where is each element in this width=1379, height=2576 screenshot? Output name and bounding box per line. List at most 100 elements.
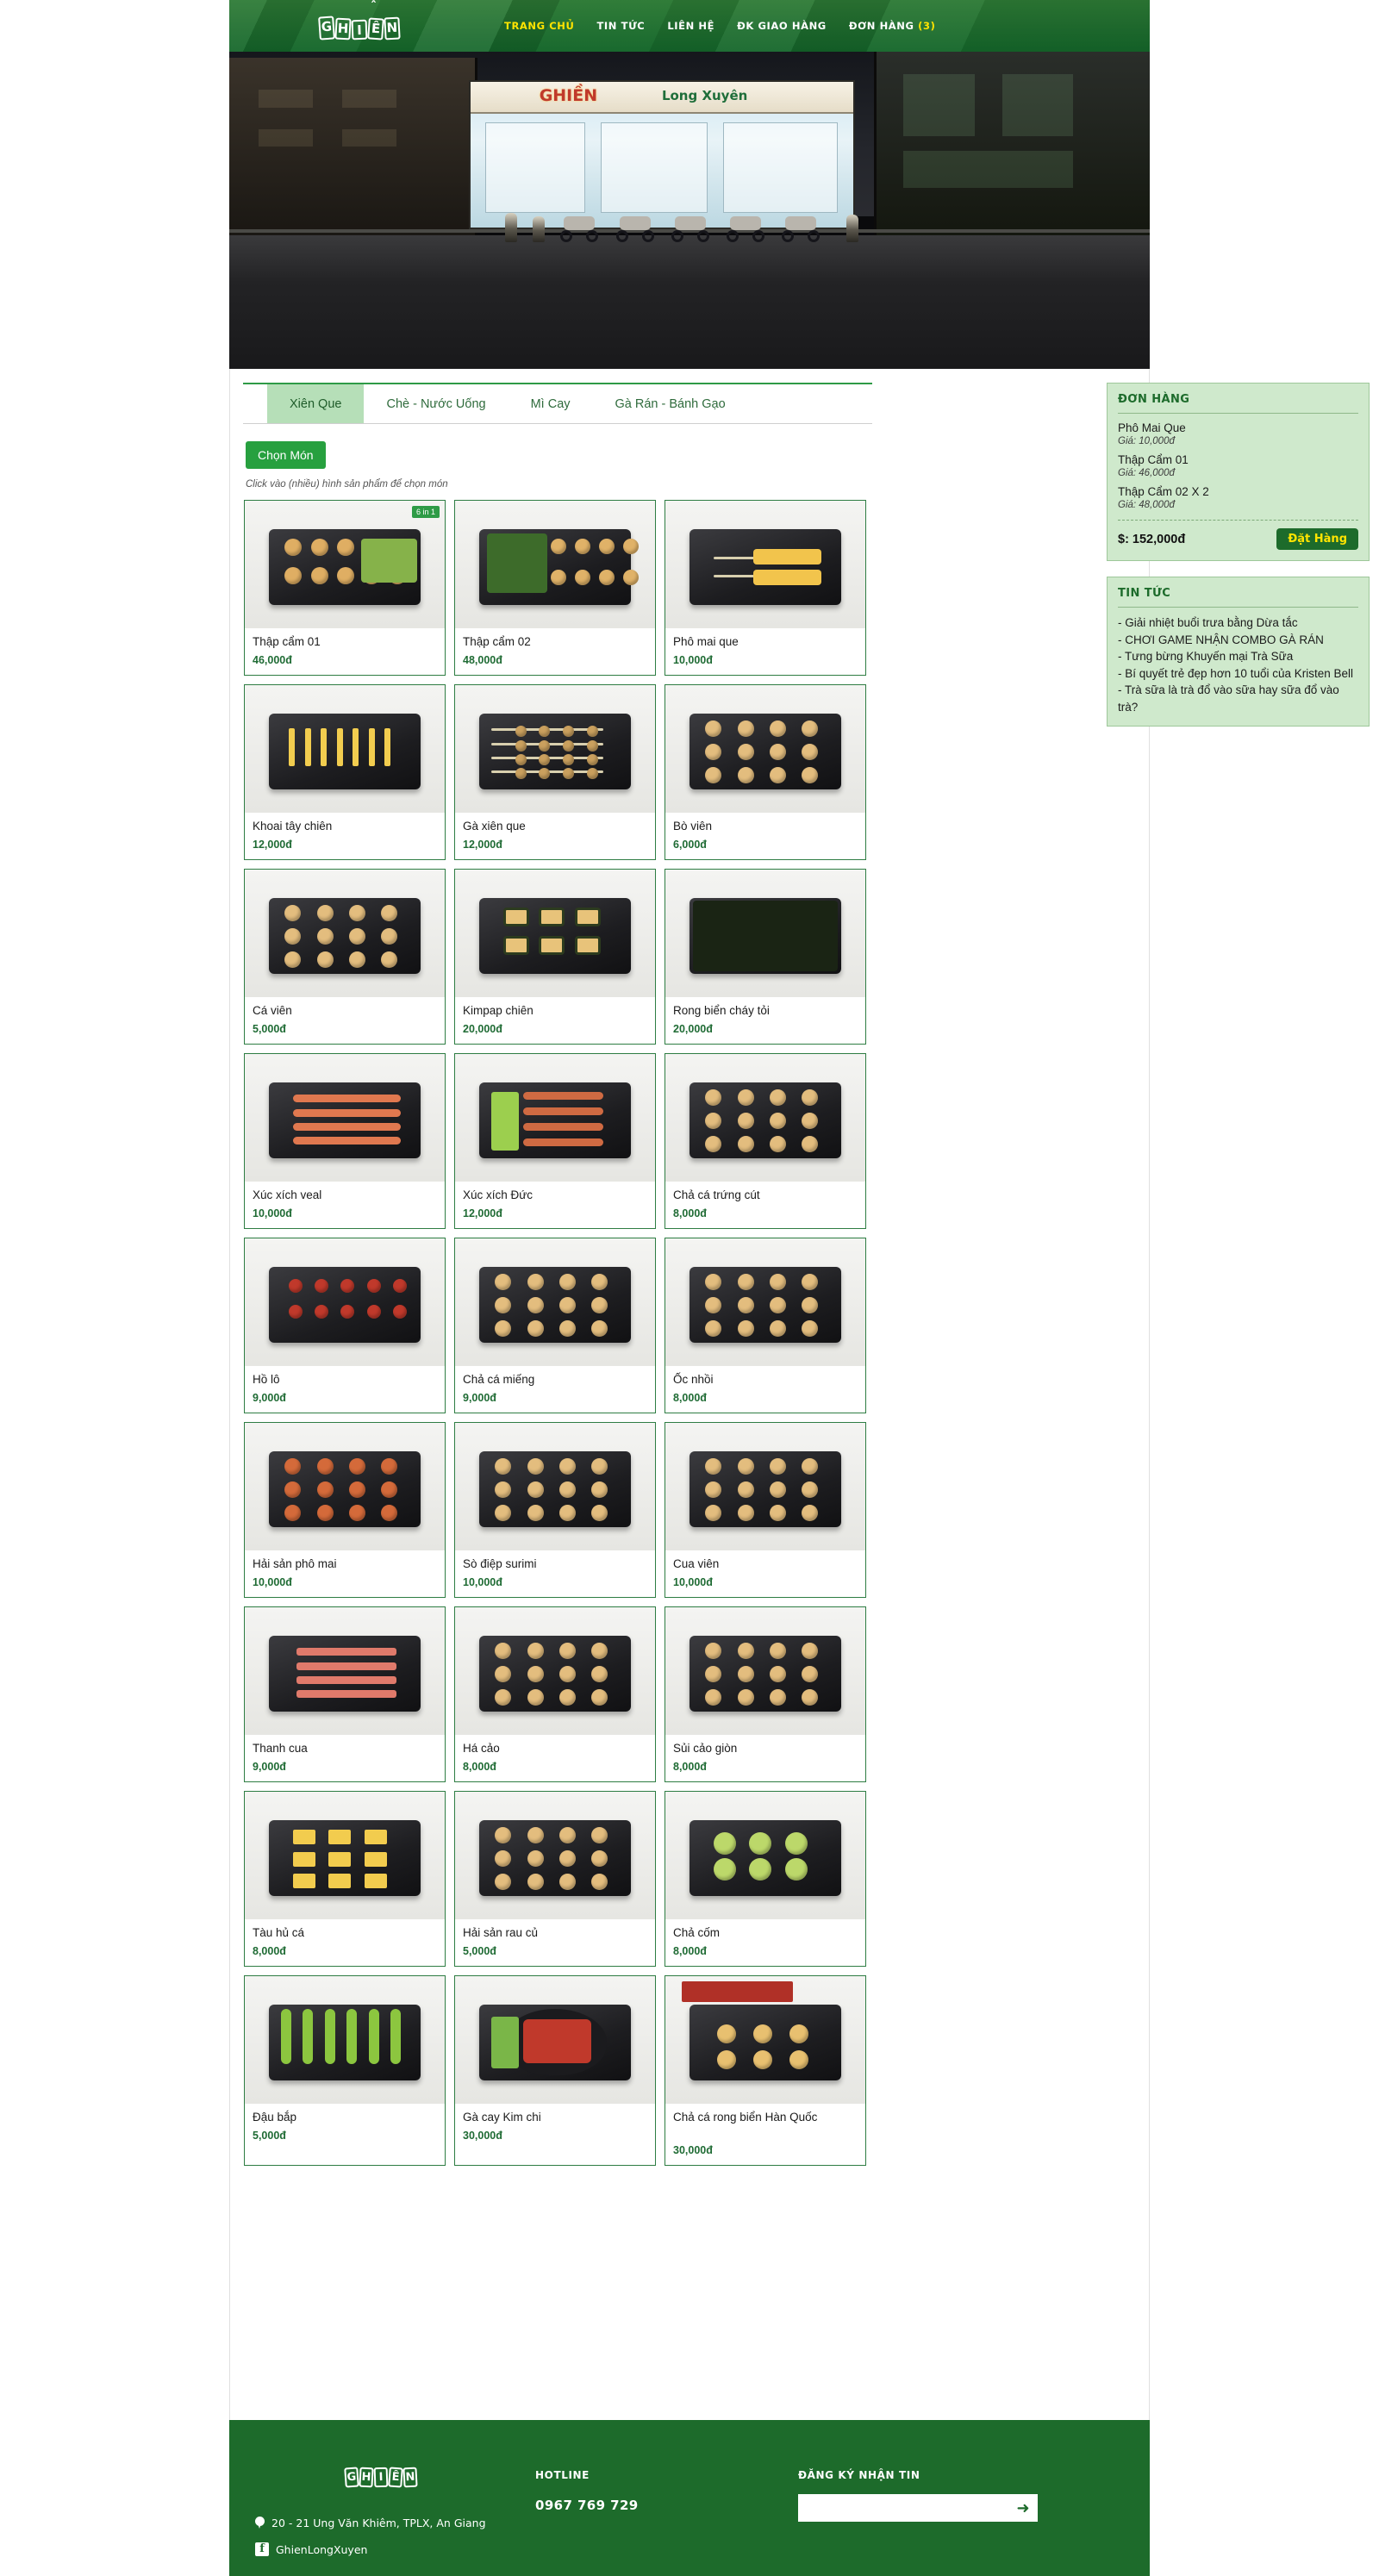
product-card[interactable]: Đậu bắp 5,000đ — [244, 1975, 446, 2166]
product-thumbnail[interactable] — [455, 1423, 655, 1550]
product-thumbnail[interactable] — [455, 870, 655, 997]
product-thumbnail[interactable] — [245, 1054, 445, 1182]
nav-item-tin-tuc[interactable]: TIN TỨC — [585, 20, 656, 32]
product-price: 12,000đ — [463, 1207, 502, 1219]
product-card[interactable]: Xúc xích veal 10,000đ — [244, 1053, 446, 1229]
product-card[interactable]: Gà xiên que 12,000đ — [454, 684, 656, 860]
product-thumbnail[interactable] — [455, 1238, 655, 1366]
product-card[interactable]: Kimpap chiên 20,000đ — [454, 869, 656, 1045]
product-name: Hồ lô — [253, 1373, 280, 1386]
product-card[interactable]: Rong biển cháy tỏi 20,000đ — [665, 869, 866, 1045]
product-card[interactable]: Gà cay Kim chi 30,000đ — [454, 1975, 656, 2166]
product-thumbnail[interactable] — [665, 1054, 865, 1182]
product-card[interactable]: Khoai tây chiên 12,000đ — [244, 684, 446, 860]
product-card[interactable]: Chả cá miếng 9,000đ — [454, 1238, 656, 1413]
product-price: 8,000đ — [673, 1207, 707, 1219]
product-meta: Há cảo 8,000đ — [455, 1735, 655, 1781]
product-card[interactable]: Sò điệp surimi 10,000đ — [454, 1422, 656, 1598]
footer-facebook-link[interactable]: f GhienLongXuyen — [255, 2542, 367, 2556]
product-thumbnail[interactable] — [665, 501, 865, 628]
nav-item-don-hang[interactable]: ĐƠN HÀNG (3) — [838, 20, 947, 32]
product-meta: Thập cẩm 02 48,000đ — [455, 628, 655, 675]
news-item[interactable]: - Giải nhiệt buổi trưa bằng Dừa tắc — [1118, 614, 1358, 632]
product-price: 20,000đ — [673, 1023, 713, 1035]
product-card[interactable]: Xúc xích Đức 12,000đ — [454, 1053, 656, 1229]
product-thumbnail[interactable] — [665, 870, 865, 997]
product-card[interactable]: Hồ lô 9,000đ — [244, 1238, 446, 1413]
product-thumbnail[interactable] — [455, 1792, 655, 1919]
product-card[interactable]: Chả cốm 8,000đ — [665, 1791, 866, 1967]
product-card[interactable]: Há cảo 8,000đ — [454, 1606, 656, 1782]
product-price: 5,000đ — [253, 1023, 286, 1035]
subscribe-submit-arrow-icon[interactable]: ➜ — [1008, 2494, 1038, 2522]
footer-address-text: 20 - 21 Ung Văn Khiêm, TPLX, An Giang — [271, 2517, 486, 2529]
product-price: 8,000đ — [673, 1945, 707, 1957]
product-thumbnail[interactable]: 6 in 1 — [245, 501, 445, 628]
order-total: $: 152,000đ — [1118, 532, 1186, 546]
product-meta: Hải sản phô mai 10,000đ — [245, 1550, 445, 1597]
nav-item-trang-chu[interactable]: TRANG CHỦ — [493, 20, 585, 32]
logo-letter: I — [351, 19, 368, 41]
product-meta: Bò viên 6,000đ — [665, 813, 865, 859]
choose-dish-button[interactable]: Chọn Món — [246, 441, 326, 469]
product-thumbnail[interactable] — [665, 1792, 865, 1919]
product-card[interactable]: Phô mai que 10,000đ — [665, 500, 866, 676]
product-card[interactable]: Cua viên 10,000đ — [665, 1422, 866, 1598]
product-thumbnail[interactable] — [455, 1054, 655, 1182]
product-badge: 6 in 1 — [411, 506, 440, 518]
product-card[interactable]: Bò viên 6,000đ — [665, 684, 866, 860]
product-price: 10,000đ — [463, 1576, 502, 1588]
product-card[interactable]: Chả cá trứng cút 8,000đ — [665, 1053, 866, 1229]
product-meta: Kimpap chiên 20,000đ — [455, 997, 655, 1044]
product-thumbnail[interactable] — [455, 1607, 655, 1735]
banner-person — [505, 212, 518, 242]
product-card[interactable]: Ốc nhồi 8,000đ — [665, 1238, 866, 1413]
news-item[interactable]: - CHƠI GAME NHẬN COMBO GÀ RÁN — [1118, 632, 1358, 649]
product-thumbnail[interactable] — [665, 1607, 865, 1735]
subscribe-email-input[interactable] — [798, 2494, 1008, 2522]
order-item-name: Phô Mai Que — [1118, 421, 1186, 434]
product-thumbnail[interactable] — [455, 501, 655, 628]
product-thumbnail[interactable] — [245, 1423, 445, 1550]
place-order-button[interactable]: Đặt Hàng — [1276, 528, 1358, 550]
product-meta: Sò điệp surimi 10,000đ — [455, 1550, 655, 1597]
product-price: 30,000đ — [463, 2130, 502, 2142]
nav-item-dk-giao-hang[interactable]: ĐK GIAO HÀNG — [726, 20, 838, 32]
banner-motorbike — [615, 213, 654, 242]
tab-ga-ran-banh-gao[interactable]: Gà Rán - Bánh Gạo — [593, 384, 748, 423]
product-thumbnail[interactable] — [455, 685, 655, 813]
product-card[interactable]: Hải sản rau củ 5,000đ — [454, 1791, 656, 1967]
news-item[interactable]: - Trà sữa là trà đổ vào sữa hay sữa đổ v… — [1118, 682, 1358, 715]
product-card[interactable]: 6 in 1 Thập cẩm 01 46,000đ — [244, 500, 446, 676]
tab-che-nuoc-uong[interactable]: Chè - Nước Uống — [364, 384, 508, 423]
product-thumbnail[interactable] — [245, 1238, 445, 1366]
product-thumbnail[interactable] — [665, 1976, 865, 2104]
product-card[interactable]: Cá viên 5,000đ — [244, 869, 446, 1045]
product-card[interactable]: Chả cá rong biển Hàn Quốc 30,000đ — [665, 1975, 866, 2166]
footer-hotline-number: 0967 769 729 — [535, 2498, 639, 2513]
product-price: 8,000đ — [463, 1761, 496, 1773]
product-thumbnail[interactable] — [665, 685, 865, 813]
order-panel-title: ĐƠN HÀNG — [1118, 393, 1190, 406]
product-thumbnail[interactable] — [245, 685, 445, 813]
product-thumbnail[interactable] — [245, 1976, 445, 2104]
product-card[interactable]: Thập cẩm 02 48,000đ — [454, 500, 656, 676]
news-item[interactable]: - Tưng bừng Khuyến mại Trà Sữa — [1118, 648, 1358, 665]
product-card[interactable]: Sủi cảo giòn 8,000đ — [665, 1606, 866, 1782]
product-thumbnail[interactable] — [665, 1423, 865, 1550]
product-thumbnail[interactable] — [245, 1792, 445, 1919]
order-line-item: Phô Mai Que Giá: 10,000đ — [1108, 421, 1369, 452]
order-item-name: Thập Cẩm 02 X 2 — [1118, 485, 1209, 498]
product-card[interactable]: Thanh cua 9,000đ — [244, 1606, 446, 1782]
product-thumbnail[interactable] — [245, 1607, 445, 1735]
product-card[interactable]: Hải sản phô mai 10,000đ — [244, 1422, 446, 1598]
header-logo[interactable]: G H I Ê N — [318, 3, 401, 41]
product-thumbnail[interactable] — [665, 1238, 865, 1366]
product-thumbnail[interactable] — [245, 870, 445, 997]
product-card[interactable]: Tàu hủ cá 8,000đ — [244, 1791, 446, 1967]
tab-mi-cay[interactable]: Mì Cay — [509, 384, 593, 423]
nav-item-lien-he[interactable]: LIÊN HỆ — [656, 20, 726, 32]
tab-xien-que[interactable]: Xiên Que — [267, 384, 365, 423]
news-item[interactable]: - Bí quyết trẻ đẹp hơn 10 tuổi của Krist… — [1118, 665, 1358, 683]
product-thumbnail[interactable] — [455, 1976, 655, 2104]
